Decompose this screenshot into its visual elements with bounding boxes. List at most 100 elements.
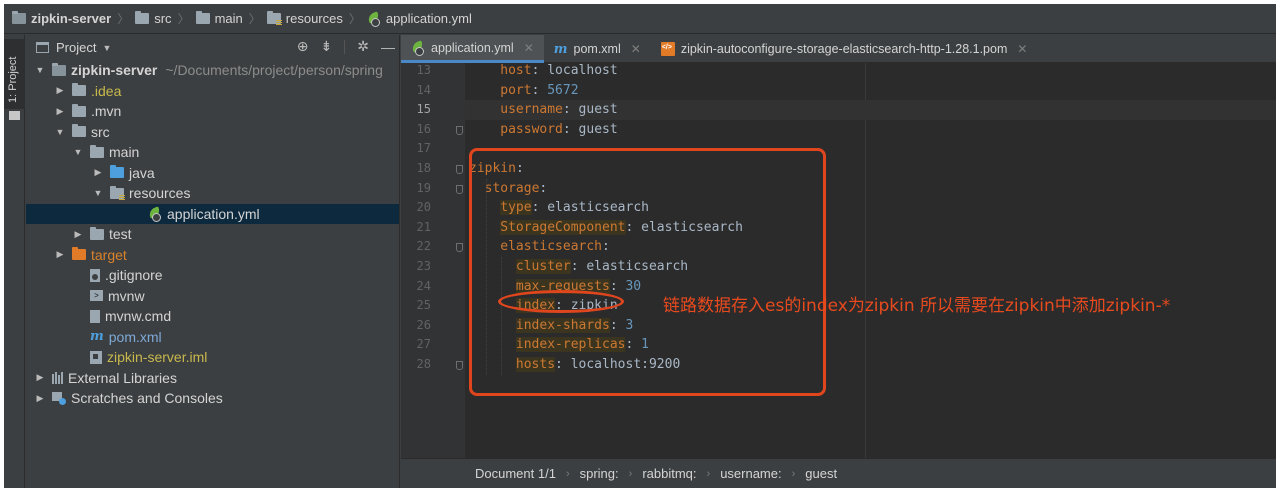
yaml-colon: : xyxy=(531,82,540,98)
code-editor[interactable]: 13 14 15 16 17 18 19 20 21 22 23 24 25 26 27 28 host: l… xyxy=(401,63,1276,458)
right-margin-guide xyxy=(865,63,866,458)
chevron-right-icon[interactable]: ▶ xyxy=(54,85,66,96)
spring-yml-icon xyxy=(148,207,162,222)
tree-item[interactable]: ▶ test xyxy=(26,224,399,245)
tree-item-label: External Libraries xyxy=(68,369,177,386)
breadcrumb-rabbitmq[interactable]: rabbitmq: xyxy=(642,466,696,481)
chevron-down-icon[interactable]: ▼ xyxy=(54,127,66,137)
module-folder-icon xyxy=(12,11,26,24)
yaml-value: guest xyxy=(578,102,618,118)
nav-crumb-src[interactable]: src xyxy=(135,11,172,26)
tree-item[interactable]: ▼ zipkin-server ~/Documents/project/person… xyxy=(26,60,399,81)
project-view-selector[interactable]: Project xyxy=(56,40,96,55)
yaml-colon: : xyxy=(562,102,571,118)
tab-application-yml[interactable]: application.yml ✕ xyxy=(401,35,544,63)
scratches-icon xyxy=(52,391,66,405)
gear-icon[interactable]: ✲ xyxy=(357,38,369,55)
nav-crumb-project[interactable]: zipkin-server xyxy=(12,11,111,26)
folder-icon xyxy=(90,144,104,158)
yaml-value: guest xyxy=(578,121,618,137)
line-number: 23 xyxy=(416,259,431,273)
fold-marker-icon[interactable] xyxy=(456,184,463,194)
tree-item[interactable]: ▼ resources xyxy=(26,183,399,204)
hide-panel-icon[interactable]: — xyxy=(381,39,395,55)
fold-marker-icon[interactable] xyxy=(456,361,463,370)
close-icon[interactable]: ✕ xyxy=(1017,42,1027,56)
locate-file-icon[interactable]: ⊕ xyxy=(297,38,309,55)
line-number: 20 xyxy=(416,200,431,215)
fold-marker-icon[interactable] xyxy=(456,165,463,174)
chevron-right-icon: › xyxy=(791,467,796,480)
tree-item[interactable]: ▶ .idea xyxy=(26,81,399,102)
tree-item-label: mvnw xyxy=(108,287,145,304)
source-folder-icon xyxy=(110,165,124,179)
left-tool-strip: 1: Project xyxy=(4,35,25,488)
yaml-colon: : xyxy=(531,63,540,78)
spring-yml-icon xyxy=(411,41,425,56)
tree-item[interactable]: application.yml xyxy=(26,203,399,224)
close-icon[interactable]: ✕ xyxy=(524,41,534,55)
tree-item[interactable]: .gitignore xyxy=(26,265,399,286)
line-number: 22 xyxy=(416,239,431,254)
fold-marker-icon[interactable] xyxy=(456,125,463,135)
fold-marker-icon[interactable] xyxy=(456,243,463,253)
chevron-down-icon[interactable]: ▼ xyxy=(72,147,84,157)
tree-item-label: test xyxy=(109,226,132,243)
tree-item[interactable]: ▶ .mvn xyxy=(26,101,399,122)
folder-icon xyxy=(135,11,150,24)
tab-pom-xml[interactable]: m pom.xml ✕ xyxy=(544,35,651,63)
chevron-right-icon[interactable]: ▶ xyxy=(54,249,66,260)
tree-item[interactable]: ▶ External Libraries xyxy=(26,368,399,389)
chevron-right-icon[interactable]: ▶ xyxy=(72,229,84,240)
tree-item-label: .gitignore xyxy=(105,267,163,284)
breadcrumb-spring[interactable]: spring: xyxy=(580,466,619,481)
project-panel-tools: ⊕ ⇟ ✲ — xyxy=(297,38,395,55)
tree-item[interactable]: m pom.xml xyxy=(26,327,399,348)
tree-item[interactable]: ▼ src xyxy=(26,122,399,143)
line-number: 21 xyxy=(416,219,431,234)
folder-icon xyxy=(72,124,86,138)
tree-item[interactable]: mvnw.cmd xyxy=(26,306,399,327)
editor-tabs: application.yml ✕ m pom.xml ✕ zipkin-aut… xyxy=(401,35,1276,63)
breadcrumb-username[interactable]: username: xyxy=(720,466,781,481)
pom-file-icon xyxy=(660,42,675,56)
breadcrumb-document[interactable]: Document 1/1 xyxy=(475,466,556,481)
collapse-all-icon[interactable]: ⇟ xyxy=(321,38,333,55)
chevron-down-icon[interactable]: ▼ xyxy=(92,188,104,198)
folder-icon xyxy=(72,83,86,97)
chevron-right-icon[interactable]: ▶ xyxy=(34,393,46,404)
code-line: port: 5672 xyxy=(500,81,578,101)
tree-item[interactable]: ▶ java xyxy=(26,163,399,184)
folder-icon xyxy=(72,103,86,117)
close-icon[interactable]: ✕ xyxy=(631,42,641,56)
chevron-right-icon[interactable]: ▶ xyxy=(54,106,66,117)
tree-item-label: zipkin-server xyxy=(71,62,158,79)
chevron-right-icon[interactable]: ▶ xyxy=(92,167,104,178)
chevron-down-icon[interactable]: ▼ xyxy=(34,65,46,75)
nav-crumb-resources[interactable]: resources xyxy=(266,11,343,26)
nav-crumb-main[interactable]: main xyxy=(195,11,243,26)
tree-item[interactable]: ▶ Scratches and Consoles xyxy=(26,388,399,409)
tree-item-label: target xyxy=(91,246,127,263)
project-tree: ▼ zipkin-server ~/Documents/project/person… xyxy=(26,60,399,409)
tab-autoconfigure-pom[interactable]: zipkin-autoconfigure-storage-elasticsear… xyxy=(651,35,1038,63)
project-panel: Project ▼ ⊕ ⇟ ✲ — ▼ zipkin-server ~/Docume… xyxy=(26,35,400,488)
line-number: 26 xyxy=(416,317,431,332)
nav-crumb-file[interactable]: application.yml xyxy=(367,11,472,27)
maven-icon: m xyxy=(553,41,568,57)
project-tool-window-tab[interactable]: 1: Project xyxy=(4,39,25,120)
tree-item-label: resources xyxy=(129,185,191,202)
tree-item-label: pom.xml xyxy=(108,328,162,345)
chevron-right-icon[interactable]: ▶ xyxy=(34,372,46,383)
folder-icon xyxy=(195,11,210,24)
line-number: 14 xyxy=(416,82,431,97)
tree-item[interactable]: ▼ main xyxy=(26,142,399,163)
tree-item[interactable]: ▶ target xyxy=(26,245,399,266)
tree-item-label: Scratches and Consoles xyxy=(71,390,223,407)
yaml-value: localhost xyxy=(547,63,618,78)
line-number: 28 xyxy=(416,357,431,371)
chevron-down-icon[interactable]: ▼ xyxy=(102,43,111,53)
tree-item[interactable]: zipkin-server.iml xyxy=(26,347,399,368)
breadcrumb-value[interactable]: guest xyxy=(805,466,837,481)
tree-item[interactable]: > mvnw xyxy=(26,286,399,307)
